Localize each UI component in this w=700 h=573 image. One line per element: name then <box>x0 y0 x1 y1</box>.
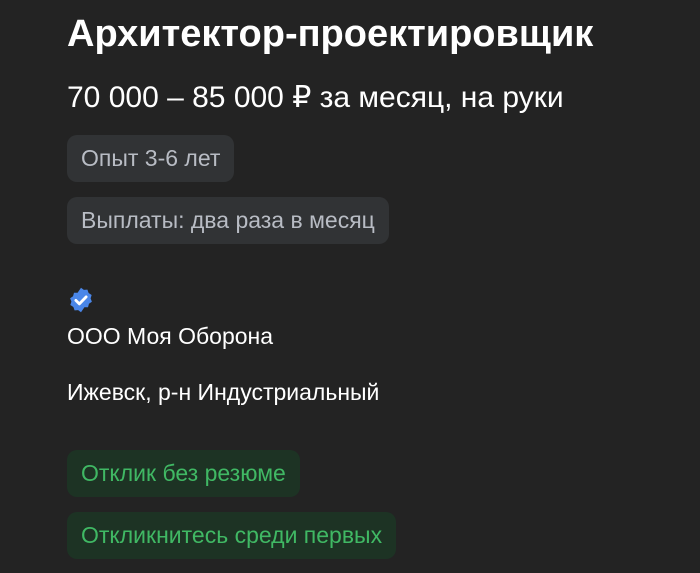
vacancy-title: Архитектор-проектировщик <box>67 13 594 55</box>
respond-first-badge: Откликнитесь среди первых <box>67 512 397 559</box>
salary-text: 70 000 – 85 000 ₽ за месяц, на руки <box>67 81 564 114</box>
experience-tag: Опыт 3-6 лет <box>67 135 235 182</box>
no-resume-response-badge: Отклик без резюме <box>67 450 300 497</box>
location-text: Ижевск, р-н Индустриальный <box>67 379 380 405</box>
payments-tag: Выплаты: два раза в месяц <box>67 197 389 244</box>
company-name-link[interactable]: ООО Моя Оборона <box>67 321 273 351</box>
verified-badge-icon <box>70 287 92 313</box>
